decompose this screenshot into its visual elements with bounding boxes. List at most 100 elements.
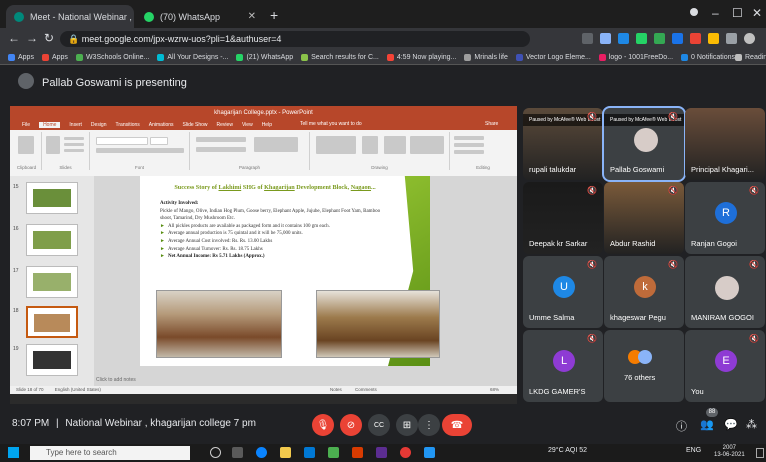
close-icon[interactable]: ✕	[242, 11, 256, 22]
participant-tile[interactable]: L 🔇 LKDG GAMER'S	[523, 330, 603, 402]
font-size-select[interactable]	[150, 137, 168, 145]
ribbon-tab[interactable]: Help	[262, 122, 272, 128]
forward-icon[interactable]: →	[26, 31, 38, 45]
ribbon-tab[interactable]: Home	[39, 122, 61, 128]
reload-icon[interactable]: ↻	[44, 31, 54, 45]
bookmark-item[interactable]: Apps	[41, 53, 68, 61]
slide-thumbnail[interactable]	[26, 266, 78, 298]
ribbon-tab[interactable]: Transitions	[116, 122, 140, 128]
quick-styles-icon[interactable]	[384, 136, 406, 154]
extension-icon[interactable]	[690, 33, 701, 44]
new-tab-button[interactable]: +	[270, 7, 278, 23]
window-close-button[interactable]: ✕	[752, 6, 762, 20]
bookmark-item[interactable]: Apps	[8, 53, 34, 61]
paste-icon[interactable]	[18, 136, 34, 154]
bookmark-item[interactable]: 4:59 Now playing...	[386, 53, 456, 61]
participant-tile[interactable]: E 🔇 You	[685, 330, 765, 402]
maximize-button[interactable]: ☐	[732, 6, 743, 20]
ribbon-tab[interactable]: Design	[91, 122, 107, 128]
replace-button[interactable]	[454, 143, 484, 147]
extension-icon[interactable]	[618, 33, 629, 44]
participant-tile[interactable]: k 🔇 khageswar Pegu	[604, 256, 684, 328]
back-icon[interactable]: ←	[8, 31, 20, 45]
ribbon-tab[interactable]: Slide Show	[183, 122, 208, 128]
extension-icon[interactable]	[654, 33, 665, 44]
ribbon-tab[interactable]: File	[22, 122, 30, 128]
clock[interactable]: 2007 13-06-2021	[714, 445, 745, 459]
participant-tile[interactable]: R 🔇 Ranjan Gogoi	[685, 182, 765, 254]
puzzle-icon[interactable]	[726, 33, 737, 44]
bookmark-item[interactable]: (21) WhatsApp	[236, 53, 293, 61]
chrome-icon[interactable]	[400, 447, 411, 458]
camera-off-button[interactable]: ⊘	[340, 414, 362, 436]
bookmark-item[interactable]: W3Schools Online...	[75, 53, 149, 61]
tab-meet[interactable]: Meet - National Webinar , k ✕	[6, 5, 134, 28]
tab-whatsapp[interactable]: (70) WhatsApp ✕	[136, 5, 264, 28]
bookmark-item[interactable]: Search results for C...	[301, 53, 379, 61]
new-slide-icon[interactable]	[46, 136, 60, 154]
bookmark-item[interactable]: Reading list	[735, 53, 766, 61]
file-explorer-icon[interactable]	[280, 447, 291, 458]
captions-button[interactable]: CC	[368, 414, 390, 436]
participant-tile[interactable]: 🔇 Deepak kr Sarkar	[523, 182, 603, 254]
shapes-gallery[interactable]	[316, 136, 356, 154]
participant-tile[interactable]: Paused by McAfee® Web Boost 🔇 rupali taluk…	[523, 108, 603, 180]
select-button[interactable]	[454, 150, 484, 154]
bookmark-item[interactable]: Vector Logo Eleme...	[515, 53, 591, 61]
bookmark-item[interactable]: logo - 1001FreeDo...	[598, 53, 673, 61]
task-view-icon[interactable]	[232, 447, 243, 458]
participant-tile[interactable]: 🔇 Abdur Rashid	[604, 182, 684, 254]
extension-icon[interactable]	[636, 33, 647, 44]
ribbon-tab[interactable]: Review	[217, 122, 233, 128]
participant-tile[interactable]: Principal Khagari...	[685, 108, 765, 180]
arrange-icon[interactable]	[362, 136, 378, 154]
mic-off-button[interactable]: 🎙	[312, 414, 334, 436]
leave-call-button[interactable]: ☎	[442, 414, 472, 436]
store-icon[interactable]	[304, 447, 315, 458]
participant-tile[interactable]: 76 others	[604, 330, 684, 402]
app-icon[interactable]	[376, 447, 387, 458]
language-indicator[interactable]: ENG	[686, 447, 701, 454]
powerpoint-icon[interactable]	[352, 447, 363, 458]
notes-button[interactable]: Notes	[330, 386, 342, 394]
app-icon[interactable]	[328, 447, 339, 458]
edge-icon[interactable]	[256, 447, 267, 458]
address-bar[interactable]: 🔒 meet.google.com/jpx-wzrw-uos?pli=1&aut…	[60, 31, 530, 47]
comments-button[interactable]: Comments	[355, 386, 377, 394]
camera-icon[interactable]	[582, 33, 593, 44]
avatar[interactable]	[744, 33, 755, 44]
star-icon[interactable]	[600, 33, 611, 44]
present-button[interactable]: ⊞	[396, 414, 418, 436]
participant-tile[interactable]: Paused by McAfee® Web Boost 🔇 Pallab Goswa…	[602, 106, 686, 182]
ribbon-tab[interactable]: View	[242, 122, 253, 128]
extension-icon[interactable]	[672, 33, 683, 44]
bookmark-item[interactable]: 0 Notifications	[681, 53, 735, 61]
app-icon[interactable]	[424, 447, 435, 458]
windows-start-icon[interactable]	[8, 447, 19, 458]
slide-thumbnail-selected[interactable]	[26, 306, 78, 338]
info-icon[interactable]: ⓘ	[676, 418, 687, 434]
ribbon-tab[interactable]: Animations	[149, 122, 174, 128]
minimize-button[interactable]: –	[712, 6, 719, 20]
tell-me-box[interactable]: Tell me what you want to do	[300, 121, 362, 127]
profile-icon[interactable]	[690, 8, 698, 16]
more-options-button[interactable]: ⋮	[418, 414, 440, 436]
participant-tile[interactable]: 🔇 MANIRAM GOGOI	[685, 256, 765, 328]
ribbon-tab[interactable]: Insert	[69, 122, 82, 128]
slide-thumbnail[interactable]	[26, 182, 78, 214]
slide-thumbnail[interactable]	[26, 344, 78, 376]
taskbar-search[interactable]: Type here to search	[30, 446, 190, 460]
people-icon[interactable]: 👥	[700, 418, 714, 431]
notes-placeholder[interactable]: Click to add notes	[96, 377, 136, 383]
slide-thumbnail[interactable]	[26, 224, 78, 256]
activities-icon[interactable]: ⁂	[746, 418, 757, 431]
participant-tile[interactable]: U 🔇 Umme Salma	[523, 256, 603, 328]
find-button[interactable]	[454, 136, 484, 140]
font-select[interactable]	[96, 137, 148, 145]
weather-widget[interactable]: 29°C AQI 52	[548, 447, 587, 454]
notification-icon[interactable]	[756, 448, 764, 458]
share-button[interactable]: Share	[485, 121, 498, 127]
extension-icon[interactable]	[708, 33, 719, 44]
cortana-icon[interactable]	[210, 447, 221, 458]
bookmark-item[interactable]: Mrinals life	[464, 53, 508, 61]
